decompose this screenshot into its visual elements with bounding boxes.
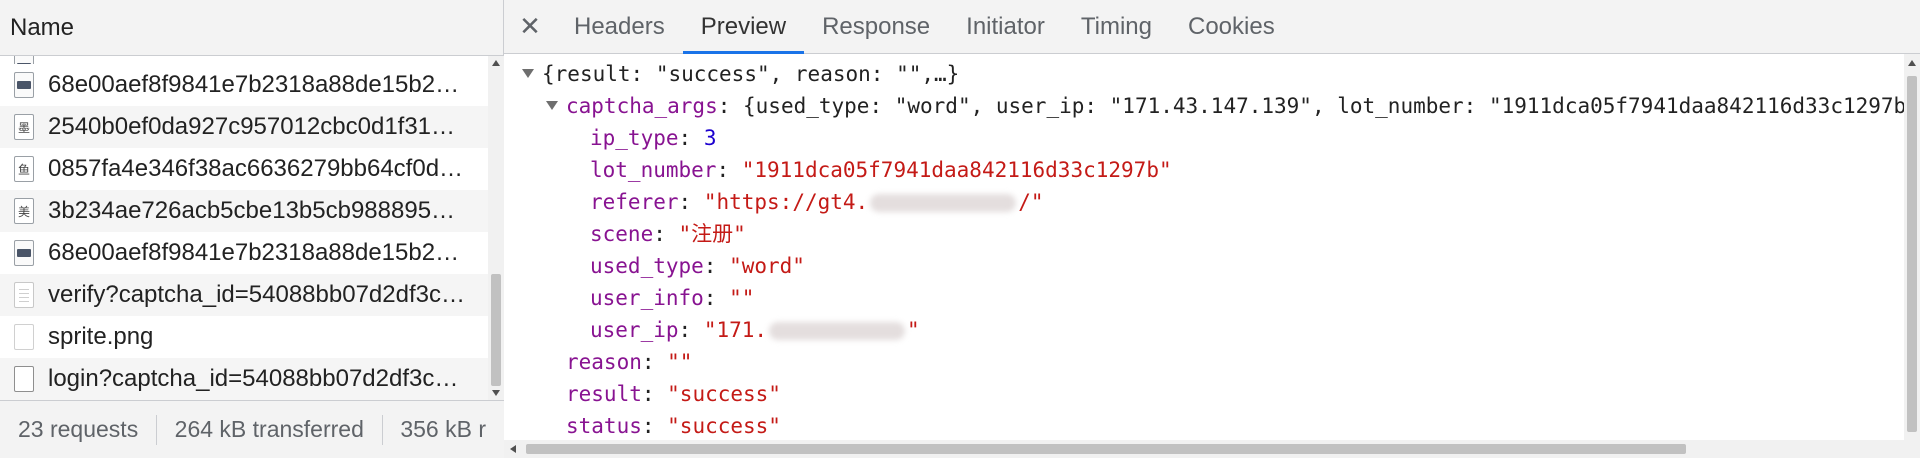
scene-line: scene: "注册" (590, 222, 746, 246)
request-name: 68e00aef8f9841e7b2318a88de15b293.jpg (48, 239, 468, 266)
json-preview: {result: "success", reason: "",…} captch… (504, 54, 1904, 440)
request-name: verify?captcha_id=54088bb07d2df3c46b05f7… (48, 281, 468, 308)
request-row[interactable]: 鱼 0857fa4e346f38ac6636279bb64cf0d1.png (0, 148, 488, 190)
scroll-up-arrow-icon[interactable] (1908, 60, 1916, 66)
expand-triangle-icon[interactable] (522, 68, 534, 78)
captcha-args-line[interactable]: captcha_args: {used_type: "word", user_i… (546, 90, 1904, 122)
image-file-icon (14, 56, 34, 64)
sprite-file-icon (14, 324, 34, 350)
redacted-blur (870, 194, 1017, 212)
tab-timing[interactable]: Timing (1063, 0, 1170, 53)
status-line: status: "success" (566, 414, 781, 438)
request-row[interactable]: sprite.png (0, 316, 488, 358)
blank-file-icon (14, 366, 34, 392)
lot-number-line: lot_number: "1911dca05f7941daa842116d33c… (590, 158, 1172, 182)
scrollbar-thumb[interactable] (1907, 76, 1917, 432)
captcha-args-summary: {used_type: "word", user_ip: "171.43.147… (743, 94, 1904, 118)
expand-triangle-icon[interactable] (546, 100, 558, 110)
ip-type-line: ip_type: 3 (590, 126, 717, 150)
request-name: 68e00aef8f9841e7b2318a88de15b293.jpg (48, 71, 468, 98)
request-row[interactable]: 68e00aef8f9841e7b2318a88de15b293.jpg (0, 64, 488, 106)
requests-count: 23 requests (18, 416, 139, 442)
image-file-icon (14, 72, 34, 98)
request-row[interactable]: login?captcha_id=54088bb07d2df3c46b05f7d… (0, 358, 488, 400)
request-name: 3b234ae726acb5cbe13b5cb988895b8b.png (48, 197, 468, 224)
glyph-image-icon: 墨 (14, 114, 34, 140)
scroll-left-arrow-icon[interactable] (510, 445, 516, 453)
request-name: login?captcha_id=54088bb07d2df3c46b05f7d… (48, 365, 468, 392)
tab-preview[interactable]: Preview (682, 0, 805, 54)
tab-response[interactable]: Response (804, 0, 948, 53)
tab-initiator[interactable]: Initiator (948, 0, 1063, 53)
request-row[interactable]: 68e00aef8f9841e7b2318a88de15b293.jpg (0, 232, 488, 274)
details-tabbar: ✕ Headers Preview Response Initiator Tim… (504, 0, 1920, 54)
network-summary-bar: 23 requests 264 kB transferred 356 kB r (0, 400, 504, 458)
request-name: 2540b0ef0da927c957012cbc0d1f31b6.png (48, 113, 468, 140)
preview-vertical-scrollbar[interactable] (1904, 54, 1920, 440)
tab-headers[interactable]: Headers (556, 0, 683, 53)
scroll-down-arrow-icon[interactable] (492, 390, 500, 396)
scroll-up-arrow-icon[interactable] (492, 60, 500, 66)
reason-line: reason: "" (566, 350, 693, 374)
request-row[interactable]: verify?captcha_id=54088bb07d2df3c46b05f7… (0, 274, 488, 316)
request-row[interactable]: 美 3b234ae726acb5cbe13b5cb988895b8b.png (0, 190, 488, 232)
request-details-pane: ✕ Headers Preview Response Initiator Tim… (504, 0, 1920, 458)
request-list: 68e00aef8f9841e7b2318a88de15b293.jpg 墨 2… (0, 56, 504, 400)
resources-size: 356 kB r (400, 416, 486, 442)
request-list-scrollbar[interactable] (488, 56, 504, 400)
document-icon (14, 282, 34, 308)
request-name: 0857fa4e346f38ac6636279bb64cf0d1.png (48, 155, 468, 182)
close-icon[interactable]: ✕ (504, 0, 556, 53)
name-column-header[interactable]: Name (0, 0, 503, 56)
network-request-list-pane: Name 68e00aef8f9841e7b2318a88de15b293.jp… (0, 0, 504, 458)
user-ip-line: user_ip: "171. " (590, 318, 920, 342)
user-info-line: user_info: "" (590, 286, 755, 310)
used-type-line: used_type: "word" (590, 254, 805, 278)
request-name: sprite.png (48, 323, 154, 350)
glyph-image-icon: 鱼 (14, 156, 34, 182)
tab-cookies[interactable]: Cookies (1170, 0, 1293, 53)
result-line: result: "success" (566, 382, 781, 406)
glyph-image-icon: 美 (14, 198, 34, 224)
image-file-icon (14, 240, 34, 266)
transferred-size: 264 kB transferred (174, 416, 364, 442)
name-column-label: Name (10, 13, 75, 41)
root-object-line[interactable]: {result: "success", reason: "",…} (522, 58, 959, 90)
preview-horizontal-scrollbar[interactable] (504, 440, 1920, 458)
redacted-blur (769, 322, 906, 340)
request-row[interactable] (0, 56, 488, 64)
scrollbar-thumb[interactable] (526, 444, 1686, 454)
scrollbar-thumb[interactable] (491, 274, 501, 386)
request-row[interactable]: 墨 2540b0ef0da927c957012cbc0d1f31b6.png (0, 106, 488, 148)
referer-line: referer: "https://gt4./" (590, 190, 1044, 214)
